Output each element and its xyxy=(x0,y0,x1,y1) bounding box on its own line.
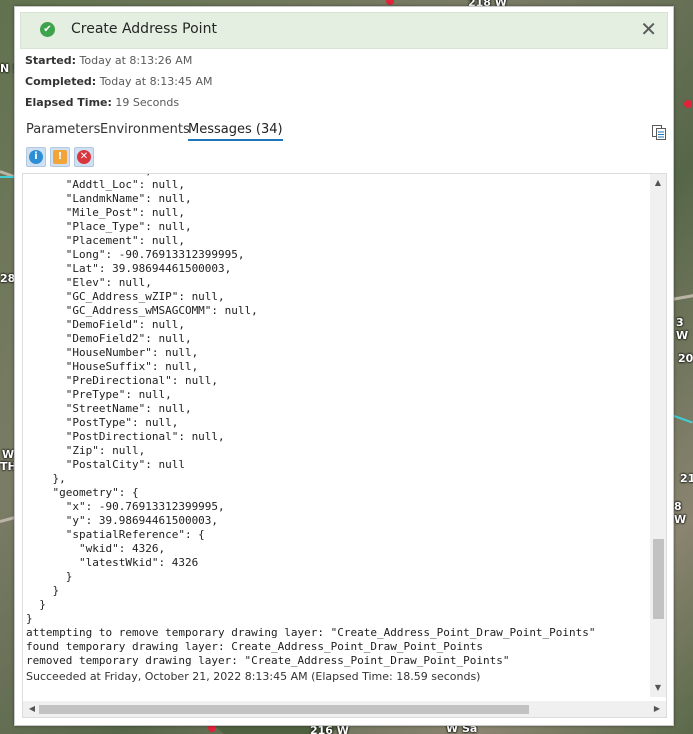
message-line: "PostType": null, xyxy=(26,416,179,429)
message-line: "PostDirectional": null, xyxy=(26,430,225,443)
close-icon[interactable]: ✕ xyxy=(640,17,657,41)
tool-title: Create Address Point xyxy=(71,21,217,37)
messages-list[interactable]: "Seat": null, "Addtl_Loc": null, "Landmk… xyxy=(22,173,667,718)
message-line: "PreDirectional": null, xyxy=(26,374,219,387)
elapsed-value: 19 Seconds xyxy=(115,96,180,109)
elapsed-row: Elapsed Time: 19 Seconds xyxy=(25,96,179,109)
filter-info-button[interactable]: i xyxy=(26,147,46,167)
message-line: "geometry": { xyxy=(26,486,139,499)
started-value: Today at 8:13:26 AM xyxy=(79,54,193,67)
message-line: "spatialReference": { xyxy=(26,528,205,541)
started-row: Started: Today at 8:13:26 AM xyxy=(25,54,192,67)
message-line: "LandmkName": null, xyxy=(26,192,192,205)
scroll-up-arrow-icon[interactable]: ▲ xyxy=(650,176,666,190)
scroll-right-arrow-icon[interactable]: ▶ xyxy=(650,701,664,717)
message-line: "PreType": null, xyxy=(26,388,172,401)
message-line: removed temporary drawing layer: "Create… xyxy=(26,654,510,667)
message-line: "Lat": 39.98694461500003, xyxy=(26,262,232,275)
scroll-left-arrow-icon[interactable]: ◀ xyxy=(25,701,39,717)
message-line: }, xyxy=(26,472,66,485)
filter-error-button[interactable]: ✕ xyxy=(74,147,94,167)
tab-parameters[interactable]: Parameters xyxy=(26,122,100,137)
message-line: attempting to remove temporary drawing l… xyxy=(26,626,596,639)
error-icon: ✕ xyxy=(77,150,91,164)
warning-icon: ! xyxy=(53,150,67,164)
vertical-scroll-thumb[interactable] xyxy=(653,539,664,620)
result-header: ✔ Create Address Point ✕ xyxy=(20,12,668,49)
map-label: 21 xyxy=(680,472,693,485)
info-icon: i xyxy=(29,150,43,164)
message-line: "GC_Address_wZIP": null, xyxy=(26,290,225,303)
message-line: "Zip": null, xyxy=(26,444,146,457)
started-label: Started: xyxy=(25,54,77,67)
geoprocessing-result-pane: ✔ Create Address Point ✕ Started: Today … xyxy=(14,6,674,726)
tab-environments[interactable]: Environments xyxy=(100,122,190,137)
horizontal-scrollbar[interactable]: ◀ ▶ xyxy=(23,701,666,717)
message-line: "wkid": 4326, xyxy=(26,542,166,555)
message-line: "DemoField2": null, xyxy=(26,332,192,345)
message-line: "latestWkid": 4326 xyxy=(26,556,199,569)
map-label: 3 W xyxy=(676,316,689,342)
elapsed-label: Elapsed Time: xyxy=(25,96,112,109)
message-line: "Elev": null, xyxy=(26,276,152,289)
copy-messages-icon[interactable] xyxy=(651,124,667,140)
message-line: "HouseNumber": null, xyxy=(26,346,199,359)
message-line: "Long": -90.76913312399995, xyxy=(26,248,245,261)
message-line: "y": 39.98694461500003, xyxy=(26,514,219,527)
message-line: "GC_Address_wMSAGCOMM": null, xyxy=(26,304,258,317)
map-point xyxy=(684,100,692,108)
message-line: "HouseSuffix": null, xyxy=(26,360,199,373)
map-label: 20 xyxy=(678,352,693,365)
completed-label: Completed: xyxy=(25,75,97,88)
completed-row: Completed: Today at 8:13:45 AM xyxy=(25,75,212,88)
success-check-icon: ✔ xyxy=(40,22,55,37)
filter-warning-button[interactable]: ! xyxy=(50,147,70,167)
message-line: "Addtl_Loc": null, xyxy=(26,178,185,191)
message-line: "StreetName": null, xyxy=(26,402,192,415)
message-line: found temporary drawing layer: Create_Ad… xyxy=(26,640,483,653)
success-message: Succeeded at Friday, October 21, 2022 8:… xyxy=(26,670,481,683)
map-label: 8 W xyxy=(674,500,687,526)
message-line: "DemoField": null, xyxy=(26,318,185,331)
message-line: "Placement": null, xyxy=(26,234,185,247)
message-line: "PostalCity": null xyxy=(26,458,185,471)
tab-messages[interactable]: Messages (34) xyxy=(188,122,283,141)
message-line: "x": -90.76913312399995, xyxy=(26,500,225,513)
map-point xyxy=(386,0,394,5)
scroll-down-arrow-icon[interactable]: ▼ xyxy=(650,681,666,695)
map-feature-line xyxy=(672,414,693,424)
message-line: } xyxy=(26,612,33,625)
messages-text: "Seat": null, "Addtl_Loc": null, "Landmk… xyxy=(26,174,646,686)
message-line: } xyxy=(26,584,60,597)
vertical-scrollbar[interactable]: ▲ ▼ xyxy=(650,174,666,697)
horizontal-scroll-thumb[interactable] xyxy=(39,705,529,714)
message-line: "Mile_Post": null, xyxy=(26,206,185,219)
message-line: } xyxy=(26,570,73,583)
completed-value: Today at 8:13:45 AM xyxy=(99,75,213,88)
message-line: } xyxy=(26,598,46,611)
message-line: "Place_Type": null, xyxy=(26,220,192,233)
